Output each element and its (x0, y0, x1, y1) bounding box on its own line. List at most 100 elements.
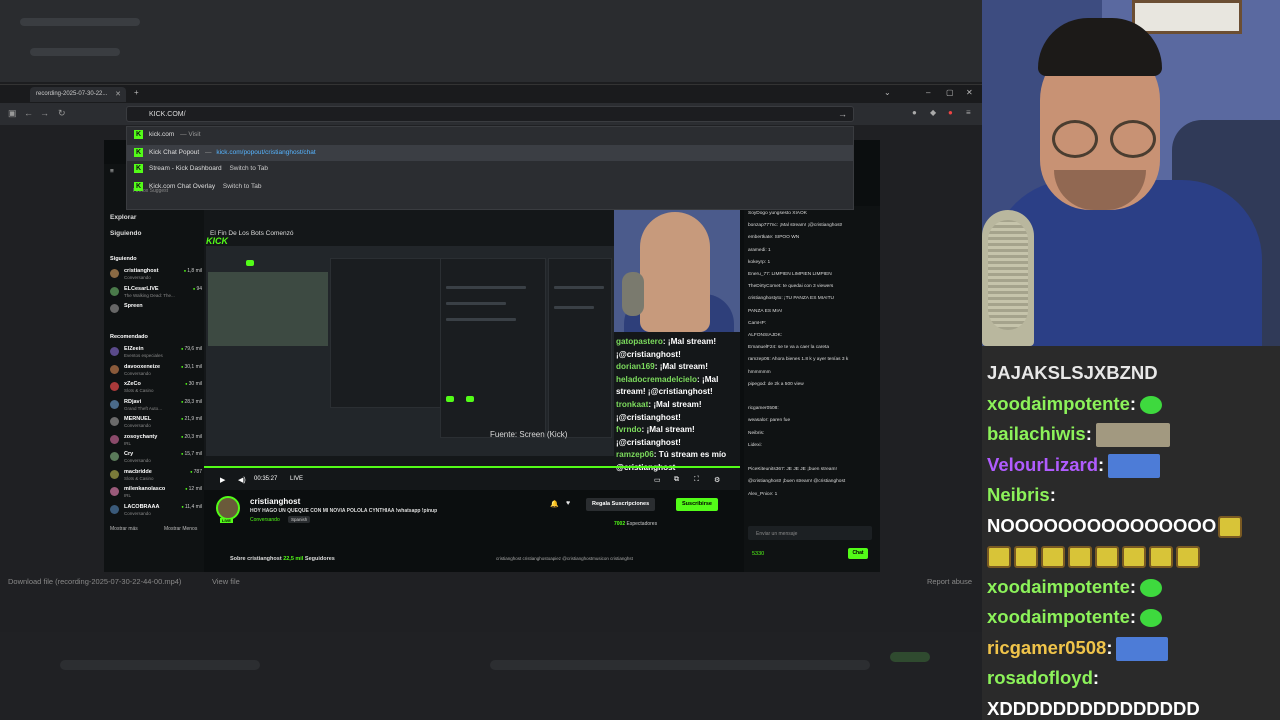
sidebar-channel[interactable]: macbriddeSlots & Casino 787 (110, 469, 202, 483)
view-file-link[interactable]: View file (212, 577, 240, 586)
channel-name: Cry (124, 451, 134, 457)
avatar (110, 399, 119, 409)
inner-mark (246, 260, 254, 266)
menu-icon[interactable]: ≡ (966, 108, 971, 117)
chat-message: SoyDogo yungsesto XIAOK (748, 211, 807, 216)
viewer-count: 7002 Espectadores (614, 521, 658, 527)
chat-message: TheDirtyComet: te quedai con 3 viewers (748, 284, 834, 290)
back-icon[interactable]: ← (24, 108, 33, 118)
suggestion-sub: — (205, 149, 212, 156)
sidebar-channel[interactable]: MERNUELConversando 21,9 mil (110, 416, 202, 430)
heart-icon[interactable]: ♥ (566, 500, 570, 507)
menu-icon[interactable]: ≡ (110, 168, 114, 175)
extensions-icon[interactable]: ◆ (930, 108, 936, 117)
inner-text-line (446, 318, 516, 321)
browser-tab[interactable]: recording-2025-07-30-22... ✕ (30, 87, 126, 102)
sidebar-channel[interactable]: CryConversando 15,7 mil (110, 451, 202, 465)
kick-icon: K (134, 130, 143, 139)
suggestion-item[interactable]: K Kick.com Chat Overlay Switch to Tab (127, 179, 853, 195)
show-more-button[interactable]: Mostrar más (110, 526, 138, 532)
sidebar-channel[interactable]: milenkanolascoIRL 12 mil (110, 486, 202, 500)
suggestion-item[interactable]: K Kick Chat Popout — kick.com/popout/cri… (127, 145, 853, 161)
streamer-name[interactable]: cristianghost (250, 497, 300, 506)
chat-text: : (1085, 423, 1092, 444)
chat-username: bailachiwis (987, 423, 1086, 444)
record-icon[interactable]: ● (948, 108, 953, 117)
social-links[interactable]: cristianghost cristianghostoapiez @crist… (496, 556, 633, 561)
suggestion-title: Kick Chat Popout (149, 149, 200, 156)
suggestion-item[interactable]: K Stream - Kick Dashboard Switch to Tab (127, 161, 853, 177)
sidebar-channel[interactable]: Spreen (110, 303, 202, 317)
streamer-facecam (982, 0, 1280, 346)
url-bar[interactable]: KICK.COM/ → (126, 106, 854, 122)
chat-text: : (1129, 606, 1137, 627)
nav-explore[interactable]: Explorar (110, 214, 136, 221)
sidebar-channel[interactable]: davooxeneizeConversando 30,1 mil (110, 364, 202, 378)
chat-input[interactable]: Enviar un mensaje (748, 526, 872, 540)
stream-chat-line: JAJAKSLSJXBZND (987, 362, 1158, 384)
play-icon[interactable]: ▶ (220, 476, 225, 484)
stream-chat-line: XDDDDDDDDDDDDDDD (987, 698, 1200, 720)
sidebar-channel[interactable]: cristianghostConversando 1,8 mil (110, 268, 202, 282)
chat-send-button[interactable]: Chat (848, 548, 868, 559)
channel-name: MERNUEL (124, 416, 152, 422)
forward-icon[interactable]: → (40, 108, 49, 118)
chat-message: PiceKiteunits367: JE JE JE ¡buen stream! (748, 467, 837, 473)
green-emote (1140, 395, 1163, 414)
close-icon[interactable]: ✕ (115, 90, 121, 98)
gift-subs-button[interactable]: Regala Suscripciones (586, 498, 656, 511)
sidebar-channel[interactable]: RDjaviGrand Theft Auto... 28,3 mil (110, 399, 202, 413)
sidebar-channel[interactable]: ELCesarLIVEThe Walking Dead: The... 94 (110, 286, 202, 300)
suggestion-item[interactable]: K kick.com — Visit (127, 127, 853, 143)
stream-category[interactable]: Conversando (250, 517, 280, 523)
sidebar-icon[interactable]: ▣ (8, 108, 17, 119)
chat-text: : (1049, 484, 1056, 505)
overlay-chat-line: heladocremadelcielo: ¡Mal stream! ¡@cris… (616, 374, 719, 397)
reload-icon[interactable]: ↻ (58, 108, 66, 119)
suggestion-title: kick.com (149, 131, 175, 138)
overlay-chat-line: dorian169: ¡Mal stream! (616, 362, 708, 372)
theater-icon[interactable]: ▭ (654, 476, 661, 484)
chevron-down-icon[interactable]: ⌄ (884, 88, 891, 97)
chat-message: kokeyrp: 1 (748, 259, 771, 265)
chat-message: EmanuelF24: se te va a caer la careta (748, 345, 830, 351)
blur-shape (20, 18, 140, 26)
sidebar-channel[interactable]: LACOBRAAAConversando 11,4 mil (110, 504, 202, 518)
sidebar-channel[interactable]: ElZeeinEventos especiales 79,6 mil (110, 346, 202, 360)
spongebob-emote (987, 546, 1011, 569)
volume-icon[interactable]: ◀) (238, 476, 246, 484)
progress-bar[interactable] (204, 466, 740, 468)
chat-message: embertkate: SIPOO WN (748, 235, 800, 241)
close-window-icon[interactable]: ✕ (966, 88, 973, 97)
chat-message: Alex_Pnice: 1 (748, 491, 778, 497)
pip-icon[interactable]: ⧉ (674, 476, 679, 484)
download-link[interactable]: Download file (recording-2025-07-30-22-4… (8, 577, 181, 586)
sidebar-channel[interactable]: xZeCoSlots & Casino 30 mil (110, 381, 202, 395)
subscribe-button[interactable]: Suscribirse (676, 498, 718, 511)
avatar[interactable] (216, 496, 240, 520)
desktop-backdrop-top (0, 0, 982, 82)
avatar (110, 452, 119, 461)
sidebar-channel[interactable]: zosoychantyIRL 20,3 mil (110, 434, 202, 448)
report-abuse-link[interactable]: Report abuse (927, 577, 972, 586)
channel-name: xZeCo (124, 381, 141, 387)
show-less-button[interactable]: Mostrar Menos (164, 526, 197, 532)
chat-message: ALFONSIAJDK: (748, 333, 783, 338)
inner-text-line (554, 306, 594, 309)
bell-icon[interactable]: 🔔 (550, 500, 559, 508)
chat-text: NOOOOOOOOOOOOOOO (987, 514, 1217, 536)
kick-icon: K (134, 182, 143, 191)
gear-icon[interactable]: ⚙ (714, 476, 720, 484)
avatar (110, 364, 119, 374)
minimize-icon[interactable]: – (926, 88, 930, 97)
nav-following[interactable]: Siguiendo (110, 230, 141, 237)
new-tab-icon[interactable]: + (134, 88, 139, 97)
account-icon[interactable]: ● (912, 108, 917, 117)
maximize-icon[interactable]: ▢ (946, 88, 954, 97)
inner-mark (446, 396, 454, 402)
video-chat-overlay: gatopastero: ¡Mal stream! ¡@cristianghos… (616, 336, 744, 475)
fullscreen-icon[interactable]: ⛶ (694, 476, 699, 484)
avatar (110, 286, 119, 296)
go-arrow-icon[interactable]: → (838, 109, 847, 119)
channel-name: milenkanolasco (124, 486, 166, 492)
